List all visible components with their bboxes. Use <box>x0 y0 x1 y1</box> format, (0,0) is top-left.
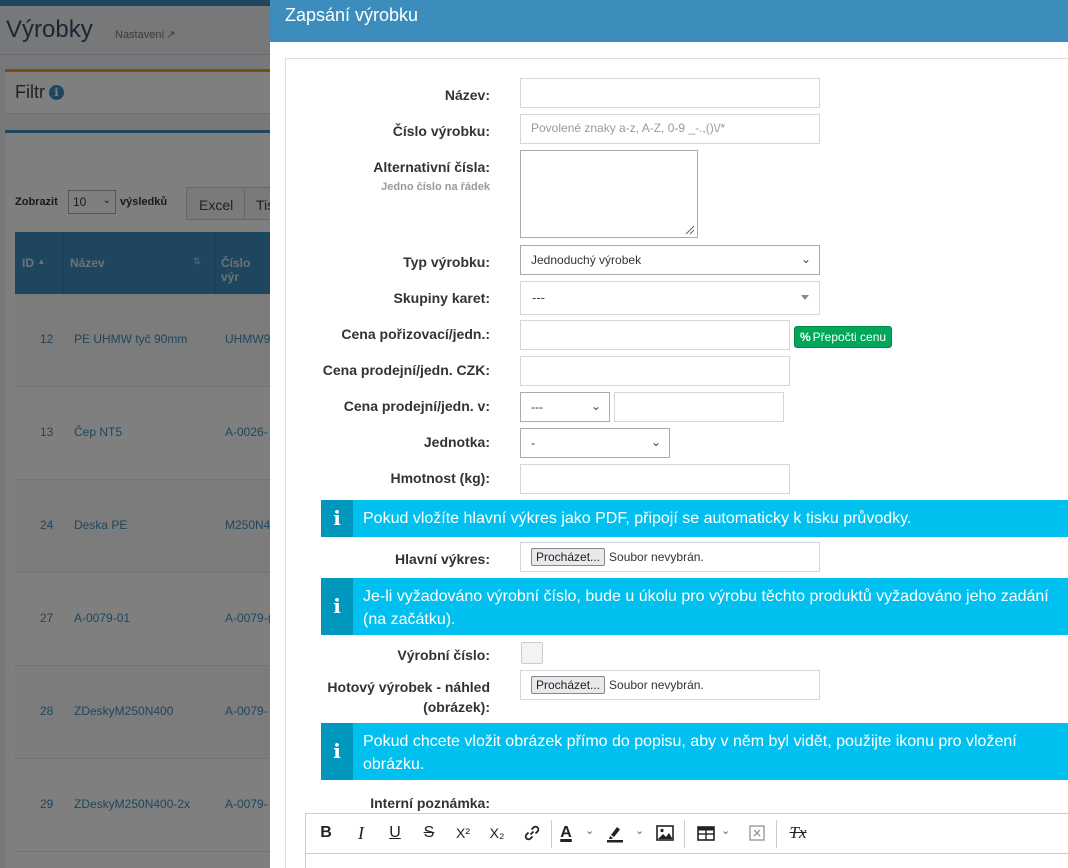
browse-button[interactable]: Procházet... <box>531 548 606 566</box>
link-icon <box>524 825 540 841</box>
image-info-callout: i Pokud chcete vložit obrázek přímo do p… <box>321 723 1068 780</box>
text-color-button[interactable]: A <box>556 822 576 844</box>
chevron-down-icon: ⌄ <box>650 435 661 449</box>
dropdown-arrow-icon <box>801 295 809 300</box>
info-icon: i <box>333 739 341 763</box>
internal-note-label: Interní poznámka: <box>370 795 490 811</box>
toolbar-separator <box>684 820 685 848</box>
pdf-info-text: Pokud vložíte hlavní výkres jako PDF, př… <box>363 510 912 527</box>
subscript-button[interactable]: X₂ <box>485 822 509 844</box>
sale-price-czk-input[interactable] <box>520 356 790 386</box>
product-modal: Zapsání výrobku Název: Číslo výrobku: Po… <box>270 0 1068 868</box>
info-icon: i <box>333 506 341 530</box>
insert-table-button[interactable] <box>695 822 717 844</box>
clear-format-button[interactable]: Tx <box>787 822 809 844</box>
underline-button[interactable]: U <box>385 822 405 844</box>
chevron-down-icon: ⌄ <box>590 399 601 413</box>
serial-number-label: Výrobní číslo: <box>397 647 490 663</box>
editor-toolbar: B I U S X² X₂ A ⌄ ⌄ ⌄ Tx <box>306 814 1068 854</box>
currency-select[interactable]: --- ⌄ <box>520 392 610 422</box>
modal-title: Zapsání výrobku <box>285 5 419 25</box>
chevron-down-icon: ⌄ <box>800 252 811 266</box>
link-button[interactable] <box>520 822 544 844</box>
serial-number-checkbox[interactable] <box>521 642 543 664</box>
highlight-button[interactable] <box>604 822 626 844</box>
internal-note-editor[interactable]: B I U S X² X₂ A ⌄ ⌄ ⌄ Tx <box>305 813 1068 868</box>
resize-handle-icon[interactable] <box>685 225 695 235</box>
code-label: Číslo výrobku: <box>392 123 490 139</box>
toolbar-separator <box>776 820 777 848</box>
product-form: Název: Číslo výrobku: Povolené znaky a-z… <box>285 58 1068 868</box>
sale-price-currency-label: Cena prodejní/jedn. v: <box>343 398 490 414</box>
info-icon-box: i <box>321 578 353 635</box>
alt-numbers-label: Alternativní čísla: <box>373 159 490 175</box>
purchase-price-input[interactable] <box>520 320 790 350</box>
table-icon <box>697 826 715 841</box>
info-icon-box: i <box>321 723 353 780</box>
info-icon: i <box>333 594 341 618</box>
preview-label-line2: (obrázek): <box>423 699 490 715</box>
bold-button[interactable]: B <box>316 822 336 844</box>
superscript-button[interactable]: X² <box>451 822 475 844</box>
info-icon-box: i <box>321 500 353 537</box>
name-input[interactable] <box>520 78 820 108</box>
unit-select[interactable]: - ⌄ <box>520 428 670 458</box>
percent-icon: % <box>800 330 811 344</box>
serial-info-text: Je-li vyžadováno výrobní číslo, bude u ú… <box>363 588 1049 628</box>
no-file-text: Soubor nevybrán. <box>609 550 704 564</box>
no-file-text: Soubor nevybrán. <box>609 678 704 692</box>
pdf-info-callout: i Pokud vložíte hlavní výkres jako PDF, … <box>321 500 1068 537</box>
weight-input[interactable] <box>520 464 790 494</box>
groups-select[interactable]: --- <box>520 281 820 315</box>
remove-icon <box>749 825 765 841</box>
modal-header: Zapsání výrobku <box>270 0 1068 42</box>
code-input[interactable]: Povolené znaky a-z, A-Z, 0-9 _-.,()\/* <box>520 114 820 144</box>
sale-price-czk-label: Cena prodejní/jedn. CZK: <box>322 362 490 378</box>
insert-image-button[interactable] <box>654 822 676 844</box>
remove-element-button[interactable] <box>746 822 768 844</box>
alt-numbers-hint: Jedno číslo na řádek <box>381 181 490 193</box>
groups-label: Skupiny karet: <box>393 290 490 306</box>
alt-numbers-textarea[interactable] <box>520 150 698 238</box>
main-drawing-label: Hlavní výkres: <box>395 551 490 567</box>
chevron-down-icon[interactable]: ⌄ <box>721 824 730 837</box>
preview-file-input[interactable]: Procházet... Soubor nevybrán. <box>520 670 820 700</box>
type-select[interactable]: Jednoduchý výrobek ⌄ <box>520 245 820 275</box>
image-info-text: Pokud chcete vložit obrázek přímo do pop… <box>363 733 1017 773</box>
weight-label: Hmotnost (kg): <box>390 470 490 486</box>
recalc-price-button[interactable]: % Přepočti cenu <box>794 326 893 348</box>
strikethrough-button[interactable]: S <box>419 822 439 844</box>
toolbar-separator <box>551 820 552 848</box>
chevron-down-icon[interactable]: ⌄ <box>635 824 644 837</box>
main-drawing-file-input[interactable]: Procházet... Soubor nevybrán. <box>520 542 820 572</box>
sale-price-currency-input[interactable] <box>614 392 784 422</box>
chevron-down-icon[interactable]: ⌄ <box>585 824 594 837</box>
browse-button[interactable]: Procházet... <box>531 676 606 694</box>
preview-label: Hotový výrobek - náhled <box>327 679 490 695</box>
highlighter-icon <box>607 827 623 843</box>
purchase-price-label: Cena pořizovací/jedn.: <box>341 326 490 342</box>
type-label: Typ výrobku: <box>403 254 490 270</box>
italic-button[interactable]: I <box>351 822 371 844</box>
name-label: Název: <box>444 87 490 103</box>
unit-label: Jednotka: <box>423 434 490 450</box>
serial-info-callout: i Je-li vyžadováno výrobní číslo, bude u… <box>321 578 1068 635</box>
image-icon <box>656 825 674 841</box>
